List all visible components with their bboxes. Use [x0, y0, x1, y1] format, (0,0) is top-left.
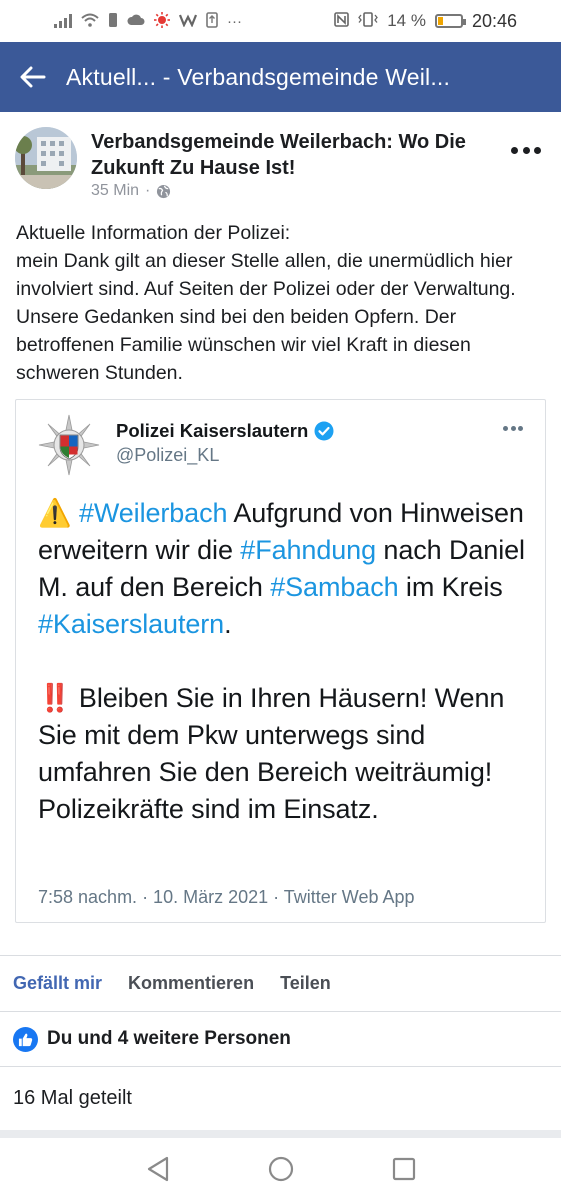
system-navigation-bar	[0, 1138, 561, 1200]
section-divider	[0, 1130, 561, 1138]
more-notifications-icon: ···	[227, 12, 242, 30]
battery-percent: 14 %	[387, 11, 426, 30]
sun-icon	[154, 11, 170, 31]
phone-icon	[108, 12, 118, 31]
tweet-options-button[interactable]	[503, 426, 523, 432]
hashtag-sambach[interactable]: #Sambach	[270, 572, 398, 602]
nav-recent-button[interactable]	[390, 1155, 418, 1183]
post-header: Verbandsgemeinde Weilerbach: Wo Die Zuku…	[0, 122, 561, 210]
comment-button[interactable]: Kommentieren	[128, 973, 254, 994]
hashtag-kaiserslautern[interactable]: #Kaiserslautern	[38, 609, 224, 639]
post-actions: Gefällt mir Kommentieren Teilen	[0, 955, 561, 1011]
reactions-summary[interactable]: Du und 4 weitere Personen	[0, 1011, 561, 1066]
hashtag-weilerbach[interactable]: #Weilerbach	[79, 498, 228, 528]
status-icons-right: 14 % 20:46	[334, 11, 517, 32]
like-button[interactable]: Gefällt mir	[13, 973, 102, 994]
reactions-text: Du und 4 weitere Personen	[47, 1028, 291, 1049]
tweet-timestamp[interactable]: 7:58 nachm. · 10. März 2021 · Twitter We…	[38, 887, 415, 908]
page-title: Aktuell... - Verbandsgemeinde Weil...	[66, 63, 451, 90]
double-exclamation-emoji: ‼️	[38, 683, 72, 713]
nav-back-button[interactable]	[144, 1155, 172, 1183]
triangle-back-icon	[147, 1156, 168, 1182]
post-meta: 35 Min ·	[91, 182, 171, 200]
shares-summary[interactable]: 16 Mal geteilt	[0, 1066, 561, 1130]
battery-icon	[434, 14, 466, 28]
tweet-text: im Kreis	[398, 572, 503, 602]
shares-text: 16 Mal geteilt	[13, 1087, 132, 1109]
embedded-tweet[interactable]: Polizei Kaiserslautern @Polizei_KL ⚠️ #W…	[15, 399, 546, 923]
tweet-author-handle[interactable]: @Polizei_KL	[116, 445, 219, 466]
cloud-icon	[127, 14, 145, 29]
hashtag-fahndung[interactable]: #Fahndung	[240, 535, 376, 565]
signal-icon	[54, 14, 72, 28]
post-time[interactable]: 35 Min	[91, 182, 139, 200]
tweet-author-name[interactable]: Polizei Kaiserslautern	[116, 420, 334, 442]
page-name[interactable]: Verbandsgemeinde Weilerbach: Wo Die Zuku…	[91, 129, 491, 181]
clock: 20:46	[471, 10, 517, 31]
post-text-line: Aktuelle Information der Polizei:	[16, 222, 291, 244]
post-text-line: mein Dank gilt an dieser Stelle allen, d…	[16, 250, 516, 384]
status-bar: ··· 14 % 20:46	[0, 0, 561, 42]
nfc-icon	[334, 12, 350, 30]
vibrate-icon	[358, 12, 379, 30]
warning-emoji: ⚠️	[38, 498, 72, 528]
post-options-button[interactable]	[511, 140, 541, 160]
globe-icon	[157, 184, 171, 198]
upload-icon	[206, 11, 218, 31]
page-avatar[interactable]	[15, 127, 77, 189]
share-button[interactable]: Teilen	[280, 973, 331, 994]
app-bar: Aktuell... - Verbandsgemeinde Weil...	[0, 42, 561, 112]
post-text: Aktuelle Information der Polizei: mein D…	[16, 219, 546, 387]
back-button[interactable]	[0, 42, 66, 112]
square-recent-icon	[392, 1157, 415, 1181]
thumbs-up-icon	[13, 1026, 38, 1052]
tweet-paragraph: ⚠️ #Weilerbach Aufgrund von Hinweisen er…	[38, 495, 538, 643]
status-icons-left: ···	[54, 11, 242, 31]
verified-badge-icon	[314, 421, 334, 441]
arrow-left-icon	[20, 66, 46, 88]
tweet-paragraph: ‼️ Bleiben Sie in Ihren Häusern! Wenn Si…	[38, 680, 538, 828]
tweet-text: .	[224, 609, 232, 639]
tweet-author-name-text: Polizei Kaiserslautern	[116, 420, 309, 441]
police-badge-avatar	[37, 413, 101, 477]
circle-home-icon	[268, 1156, 293, 1182]
tweet-body: ⚠️ #Weilerbach Aufgrund von Hinweisen er…	[38, 495, 538, 828]
tweet-text: Bleiben Sie in Ihren Häusern! Wenn Sie m…	[38, 683, 505, 824]
nav-home-button[interactable]	[267, 1155, 295, 1183]
app-w-icon	[178, 13, 198, 30]
wifi-icon	[81, 13, 99, 30]
meta-separator: ·	[145, 182, 151, 199]
